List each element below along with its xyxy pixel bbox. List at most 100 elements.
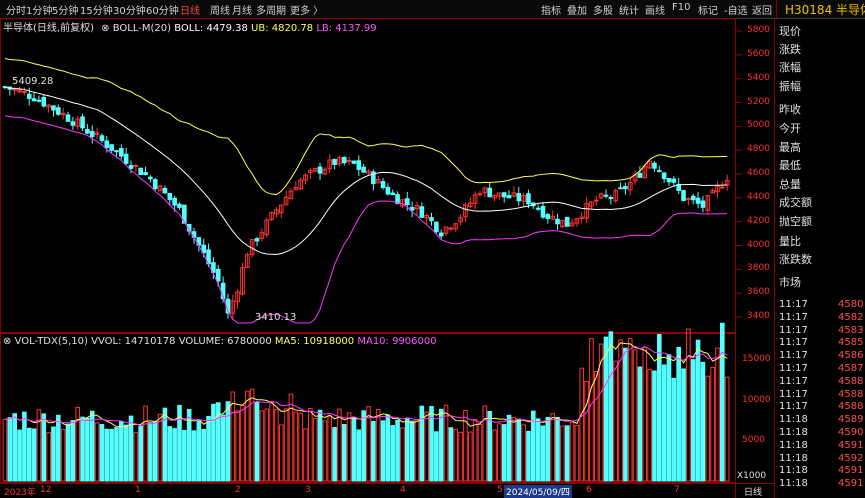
volume-bar [385,414,391,482]
price-tick-label: 4600 [747,168,770,178]
volume-bar [511,416,517,482]
low-annotation: 3410.13 [255,312,297,323]
candle-body [177,203,182,208]
volume-bar [623,347,628,482]
volume-bar [278,424,284,482]
volume-bar [361,410,366,482]
tick-price: 4590 [838,427,864,438]
candle-body [516,193,522,202]
volume-bar [647,368,652,482]
candle-body [123,153,129,164]
price-tick-label: 5000 [747,120,770,131]
volume-bar [666,354,672,482]
volume-bar [671,377,677,482]
date-tick-label: 2023年 [4,488,36,498]
quote-field-label: 总量 [779,178,801,191]
quote-field-label: 最高 [779,141,801,154]
volume-bar [530,410,536,482]
volume-bar [637,366,643,482]
quote-field-label: 量比 [779,235,801,248]
candle-body [12,88,17,91]
tick-price: 4592 [838,452,864,464]
volume-bar [642,347,648,482]
volume-bar [395,419,400,482]
volume-bar [371,420,376,482]
volume-bar [661,364,667,482]
volume-bar [492,429,497,482]
volume-bar [603,336,609,482]
candle-body [109,144,114,151]
date-cursor-label: 2024/05/09/四 [504,485,572,498]
volume-bar [235,410,240,482]
volume-bar [264,408,270,482]
volume-unit: X1000 [737,471,767,481]
volume-bar [535,418,541,482]
price-tick-label: 3600 [747,287,770,298]
volume-bar [60,428,66,482]
candle-body [506,195,512,199]
volume-bar [109,428,114,482]
volume-bar [167,426,173,482]
boll-mid-line [4,86,728,255]
date-tick-label: 2 [235,485,241,495]
quote-field-label: 涨跌数 [779,253,812,266]
tick-time: 11:17 [779,324,808,336]
volume-tick-label: 10000 [742,394,771,405]
candle-body [148,176,153,180]
volume-bar [545,416,551,482]
volume-bar [593,371,599,482]
candle-body [385,186,391,195]
candle-body [637,172,643,178]
candle-body [162,187,168,194]
volume-bar [715,347,720,482]
volume-bar [574,425,580,482]
volume-bar [540,425,546,482]
volume-bar [448,427,454,482]
date-tick-label: 3 [305,485,311,495]
volume-bar [70,420,76,482]
tick-price: 4583 [838,324,864,336]
candle-body [390,192,396,196]
volume-bar [346,412,352,482]
tick-price: 4591 [838,465,864,477]
candle-body [332,158,337,165]
volume-bar [608,331,614,482]
kline-chart[interactable] [0,0,865,498]
volume-bar [196,420,202,482]
volume-bar [317,409,323,482]
candle-body [404,198,410,206]
tick-price: 4588 [838,375,864,387]
candle-body [501,192,507,198]
volume-bar [51,426,56,482]
volume-bar [220,414,226,482]
volume-bar [487,410,492,482]
volume-bar [589,338,594,482]
candle-body [700,200,706,208]
candle-body [22,91,27,94]
tick-time: 11:17 [779,337,808,349]
volume-bar [424,411,429,482]
volume-bar [80,416,85,482]
volume-bar [148,422,153,482]
volume-bar [720,322,725,482]
price-tick-label: 3400 [747,311,770,321]
volume-bar [322,420,328,482]
candle-body [657,170,662,173]
volume-bar [41,413,47,482]
price-tick-label: 5600 [747,48,770,59]
candle-body [618,187,623,190]
candle-body [695,197,701,204]
volume-bar [477,424,483,482]
volume-bar [191,430,197,482]
candle-body [535,207,541,210]
candle-body [652,162,657,169]
tick-price: 4588 [838,401,864,413]
volume-bar [172,428,177,482]
candle-body [603,194,609,197]
volume-bar [482,405,488,482]
volume-bar [453,428,459,482]
bottom-tab-daily[interactable]: 日线 [744,485,762,498]
volume-bar [690,359,696,482]
volume-bar [438,408,444,482]
candle-body [172,197,177,206]
